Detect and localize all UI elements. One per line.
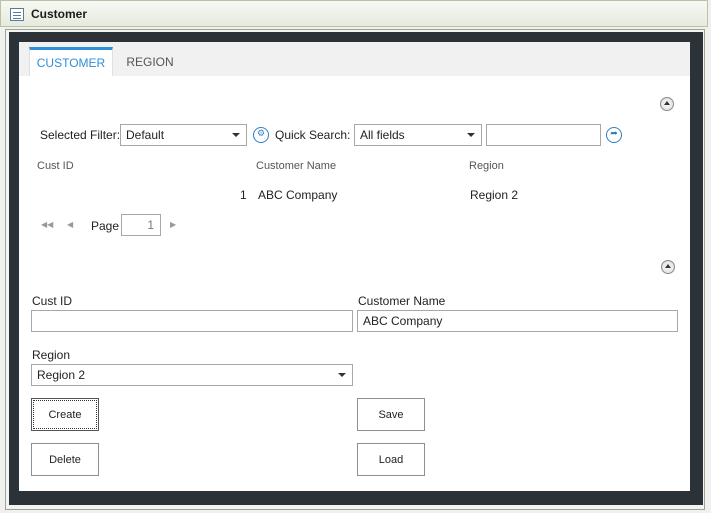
list-window-icon bbox=[10, 8, 24, 21]
application-window: Customer CUSTOMER REGION Selected Filter… bbox=[0, 0, 711, 513]
save-button[interactable]: Save bbox=[357, 398, 425, 431]
cust-id-label: Cust ID bbox=[32, 294, 73, 308]
region-value: Region 2 bbox=[37, 368, 86, 382]
page-number-input[interactable]: 1 bbox=[121, 214, 161, 236]
tab-customer[interactable]: CUSTOMER bbox=[29, 47, 113, 76]
go-arrow-icon[interactable]: ➦ bbox=[606, 127, 622, 143]
delete-button[interactable]: Delete bbox=[31, 443, 99, 476]
cell-region: Region 2 bbox=[470, 188, 519, 202]
quick-search-label: Quick Search: bbox=[275, 128, 351, 142]
collapse-grid-icon[interactable] bbox=[660, 97, 674, 111]
selected-filter-value: Default bbox=[126, 128, 165, 142]
cell-customer-name: ABC Company bbox=[258, 188, 338, 202]
chevron-down-icon bbox=[232, 133, 240, 137]
page-label: Page bbox=[91, 219, 120, 233]
first-page-icon[interactable]: ◀◀ bbox=[41, 220, 53, 229]
collapse-form-icon[interactable] bbox=[661, 260, 675, 274]
region-label: Region bbox=[32, 348, 71, 362]
quick-search-field-select[interactable]: All fields bbox=[354, 124, 482, 146]
column-header-region[interactable]: Region bbox=[469, 160, 504, 172]
window-title: Customer bbox=[31, 7, 88, 21]
customer-name-input[interactable]: ABC Company bbox=[357, 310, 678, 332]
region-select[interactable]: Region 2 bbox=[31, 364, 353, 386]
wrench-icon[interactable]: ⚙ bbox=[253, 127, 269, 143]
previous-page-icon[interactable]: ◀ bbox=[67, 220, 73, 229]
selected-filter-label: Selected Filter: bbox=[40, 128, 121, 142]
cell-cust-id: 1 bbox=[240, 188, 247, 202]
chevron-down-icon bbox=[467, 133, 475, 137]
selected-filter-select[interactable]: Default bbox=[120, 124, 247, 146]
cust-id-input[interactable] bbox=[31, 310, 353, 332]
chevron-down-icon bbox=[338, 373, 346, 377]
column-header-cust-id[interactable]: Cust ID bbox=[37, 160, 74, 172]
window-title-bar: Customer bbox=[0, 0, 708, 27]
tab-region[interactable]: REGION bbox=[117, 47, 183, 76]
content-panel bbox=[19, 42, 690, 491]
quick-search-input[interactable] bbox=[486, 124, 601, 146]
customer-name-label: Customer Name bbox=[358, 294, 446, 308]
create-button[interactable]: Create bbox=[31, 398, 99, 431]
load-button[interactable]: Load bbox=[357, 443, 425, 476]
column-header-customer-name[interactable]: Customer Name bbox=[256, 160, 336, 172]
next-page-icon[interactable]: ▶ bbox=[170, 220, 176, 229]
quick-search-field-value: All fields bbox=[360, 128, 405, 142]
